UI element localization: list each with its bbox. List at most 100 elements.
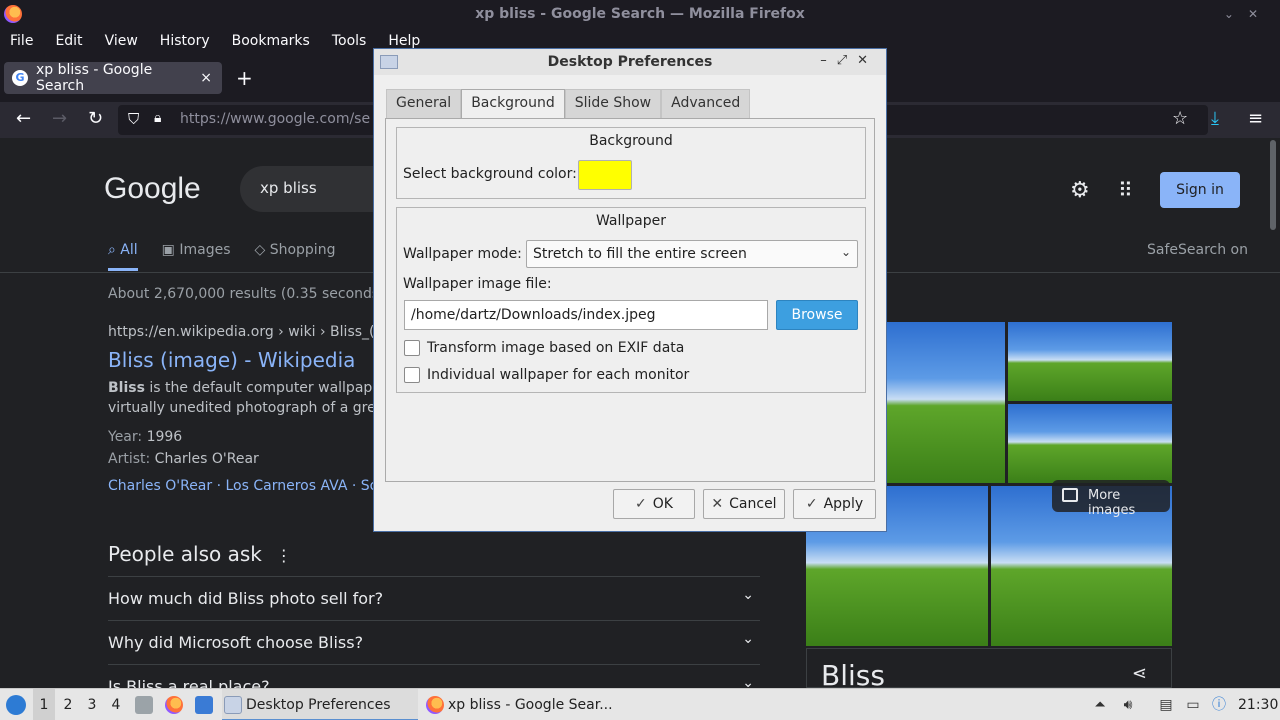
google-logo[interactable]: Google <box>104 172 201 206</box>
chevron-down-icon: ⌄ <box>742 587 754 603</box>
task-label: xp bliss - Google Sear... <box>448 697 613 713</box>
result-artist: Artist: Charles O'Rear <box>108 451 259 467</box>
page-scrollbar[interactable] <box>1270 140 1276 230</box>
desktop-icon[interactable] <box>195 696 213 714</box>
reload-icon[interactable]: ↻ <box>88 108 103 129</box>
exif-label[interactable]: Transform image based on EXIF data <box>427 340 684 356</box>
url-path: /se <box>349 111 371 127</box>
forward-icon[interactable]: → <box>52 108 67 129</box>
window-title: xp bliss - Google Search — Mozilla Firef… <box>475 6 805 22</box>
workspace-4[interactable]: 4 <box>105 689 127 720</box>
wallpaper-group-title: Wallpaper <box>595 213 667 229</box>
artist-label: Artist: <box>108 451 155 467</box>
result-cite[interactable]: https://en.wikipedia.org › wiki › Bliss_… <box>108 324 410 340</box>
apps-grid-icon[interactable]: ⠿ <box>1118 178 1133 202</box>
snippet-bold: Bliss <box>108 380 145 396</box>
safesearch-toggle[interactable]: SafeSearch on <box>1147 242 1248 258</box>
task-firefox[interactable]: xp bliss - Google Sear... <box>424 689 624 720</box>
menu-file[interactable]: File <box>10 33 33 49</box>
start-menu-icon[interactable] <box>6 695 26 715</box>
per-monitor-label[interactable]: Individual wallpaper for each monitor <box>427 367 689 383</box>
tab-title: xp bliss - Google Search <box>36 62 153 94</box>
tab-general[interactable]: General <box>386 89 462 119</box>
menu-view[interactable]: View <box>105 33 138 49</box>
volume-icon[interactable]: 🔊︎ <box>1119 696 1137 714</box>
exif-checkbox[interactable] <box>404 340 420 356</box>
wallpaper-file-label: Wallpaper image file: <box>403 276 552 292</box>
paa-question[interactable]: Is Bliss a real place? ⌄ <box>108 664 760 688</box>
ok-button[interactable]: ✓ OK <box>613 489 695 519</box>
tray-arrow-icon[interactable]: ⏶ <box>1091 696 1109 714</box>
browse-button[interactable]: Browse <box>776 300 858 330</box>
notification-icon[interactable]: ⓘ <box>1210 696 1228 714</box>
more-images-button[interactable]: More images <box>1052 480 1170 518</box>
tab-shopping[interactable]: ◇ Shopping <box>254 242 335 271</box>
shield-icon[interactable]: ⛉ <box>128 110 139 128</box>
share-icon[interactable]: ⋖ <box>1132 663 1147 684</box>
more-options-icon[interactable]: ⋮ <box>276 546 292 565</box>
menu-edit[interactable]: Edit <box>55 33 82 49</box>
bookmark-star-icon[interactable]: ☆ <box>1172 108 1188 129</box>
image-icon <box>1062 488 1078 502</box>
taskbar: 1 2 3 4 Desktop Preferences xp bliss - G… <box>0 688 1280 720</box>
menu-bookmarks[interactable]: Bookmarks <box>232 33 310 49</box>
downloads-icon[interactable]: ⤓ <box>1211 108 1219 129</box>
per-monitor-checkbox[interactable] <box>404 367 420 383</box>
paa-question-text: Is Bliss a real place? <box>108 677 270 688</box>
lock-icon[interactable]: 🔒︎ <box>154 110 161 126</box>
workspace-2[interactable]: 2 <box>57 689 79 720</box>
new-tab-button[interactable]: + <box>236 66 253 90</box>
workspace-1[interactable]: 1 <box>33 689 55 720</box>
settings-gear-icon[interactable]: ⚙ <box>1070 178 1090 203</box>
tab-slide-show[interactable]: Slide Show <box>564 89 662 119</box>
workspace-3[interactable]: 3 <box>81 689 103 720</box>
artist-value: Charles O'Rear <box>154 451 259 467</box>
check-icon: ✓ <box>805 496 818 512</box>
wallpaper-file-input[interactable]: /home/dartz/Downloads/index.jpeg <box>404 300 768 330</box>
bliss-image[interactable] <box>1008 404 1172 483</box>
result-sitelinks[interactable]: Charles O'Rear · Los Carneros AVA · Sono <box>108 478 396 494</box>
file-manager-icon[interactable] <box>135 696 153 714</box>
wallpaper-mode-select[interactable]: Stretch to fill the entire screen ⌄ <box>526 240 858 268</box>
menu-history[interactable]: History <box>160 33 210 49</box>
chevron-down-icon: ⌄ <box>840 245 851 259</box>
people-also-ask-title: People also ask ⋮ <box>108 542 292 566</box>
knowledge-panel-title: Bliss ⋖ <box>806 648 1172 688</box>
back-icon[interactable]: ← <box>16 108 31 129</box>
more-images-label: More images <box>1088 488 1136 518</box>
menu-tools[interactable]: Tools <box>332 33 367 49</box>
tab-images-label: Images <box>179 242 231 258</box>
result-title-link[interactable]: Bliss (image) - Wikipedia <box>108 348 355 372</box>
window-titlebar: xp bliss - Google Search — Mozilla Firef… <box>0 0 1280 30</box>
hamburger-menu-icon[interactable]: ≡ <box>1248 108 1263 129</box>
dialog-window-controls[interactable]: –⤢✕ <box>820 53 878 68</box>
check-icon: ✓ <box>635 496 647 512</box>
search-tabs: ⌕ All ▣ Images ◇ Shopping <box>108 242 359 271</box>
clipboard-icon[interactable]: ▤ <box>1157 696 1175 714</box>
year-label: Year: <box>108 429 147 445</box>
browser-tab[interactable]: G xp bliss - Google Search × <box>4 62 222 94</box>
tab-images[interactable]: ▣ Images <box>162 242 231 271</box>
menu-help[interactable]: Help <box>388 33 420 49</box>
window-controls[interactable]: ⌄✕ <box>1224 7 1272 21</box>
firefox-launcher-icon[interactable] <box>165 696 183 714</box>
clock[interactable]: 21:30 <box>1238 689 1278 720</box>
tab-all[interactable]: ⌕ All <box>108 242 138 271</box>
apply-label: Apply <box>823 496 864 512</box>
tab-close-icon[interactable]: × <box>200 70 212 86</box>
wallpaper-mode-label: Wallpaper mode: <box>403 246 522 262</box>
bg-color-swatch[interactable] <box>578 160 632 190</box>
bliss-image[interactable] <box>1008 322 1172 401</box>
wallpaper-mode-value: Stretch to fill the entire screen <box>533 246 747 262</box>
task-desktop-preferences[interactable]: Desktop Preferences <box>222 689 418 720</box>
apply-button[interactable]: ✓ Apply <box>793 489 876 519</box>
tab-advanced[interactable]: Advanced <box>661 89 751 119</box>
dialog-tabs: General Background Slide Show Advanced <box>386 89 751 119</box>
tab-background[interactable]: Background <box>461 89 565 119</box>
paa-question[interactable]: How much did Bliss photo sell for? ⌄ <box>108 576 760 620</box>
paa-question[interactable]: Why did Microsoft choose Bliss? ⌄ <box>108 620 760 664</box>
network-icon[interactable]: ▭ <box>1184 696 1202 714</box>
sign-in-button[interactable]: Sign in <box>1160 172 1240 208</box>
dialog-titlebar[interactable]: Desktop Preferences –⤢✕ <box>374 49 886 75</box>
cancel-button[interactable]: ✕ Cancel <box>703 489 785 519</box>
